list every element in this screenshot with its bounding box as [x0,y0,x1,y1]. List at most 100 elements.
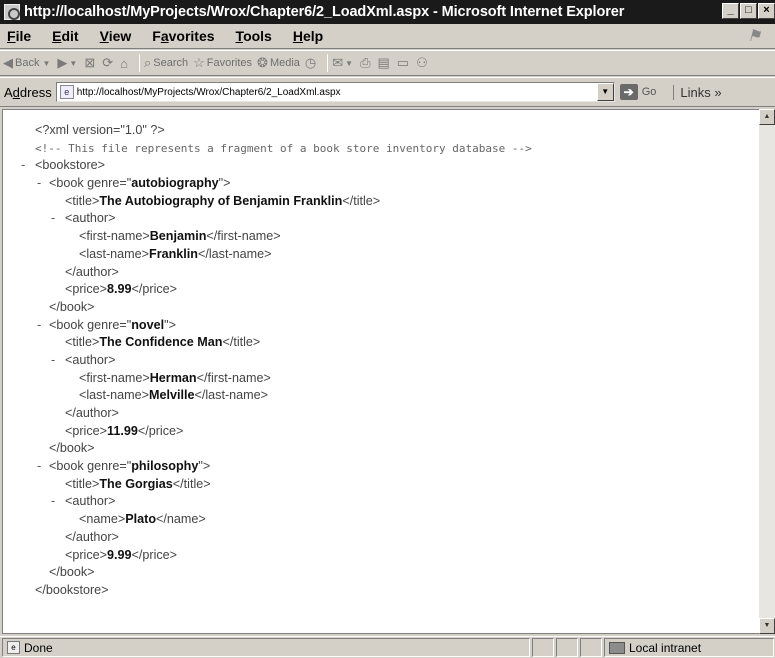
links-button[interactable]: Links » [673,84,722,100]
mail-button[interactable]: ✉ ▼ [332,55,355,71]
book-title-value: The Autobiography of Benjamin Franklin [99,193,343,208]
book-genre: autobiography [131,176,219,191]
media-button[interactable]: ❂ Media [257,55,300,71]
collapse-toggle[interactable]: - [37,317,41,335]
book-open: - <book genre="philosophy"> [3,458,758,476]
menu-favorites-pre: F [152,28,161,44]
chevron-right-icon: » [714,84,722,100]
author-field: <name>Plato</name> [79,512,206,527]
back-arrow-icon: ◀ [3,55,13,70]
close-button[interactable]: × [758,3,775,19]
address-label-pre: A [4,84,13,100]
security-zone: Local intranet [604,638,774,657]
minimize-button[interactable]: _ [722,3,739,19]
window-title: http://localhost/MyProjects/Wrox/Chapter… [24,4,625,20]
ie-page-icon [4,4,20,20]
author-close: </author> [65,529,119,544]
vertical-scrollbar[interactable]: ▲ ▼ [759,109,775,634]
menu-view[interactable]: View [97,28,135,44]
collapse-toggle[interactable]: - [51,352,55,370]
address-input[interactable]: e http://localhost/MyProjects/Wrox/Chapt… [55,82,615,102]
scroll-up-icon[interactable]: ▲ [759,109,775,125]
book-title: <title>The Autobiography of Benjamin Fra… [65,193,381,208]
address-dropdown-icon[interactable]: ▼ [596,83,614,101]
author-open: - <author> [3,210,758,228]
bookstore-close: </bookstore> [35,582,109,597]
back-button[interactable]: ◀ Back ▼ [3,55,52,71]
favorites-button[interactable]: ☆ Favorites [193,55,252,71]
xml-declaration: <?xml version="1.0" ?> [35,123,165,137]
author-field: <last-name>Franklin</last-name> [79,246,272,261]
menu-favorites[interactable]: Favorites [149,28,217,44]
star-icon: ☆ [193,55,205,70]
toolbar-separator [138,54,140,72]
status-cell [556,638,578,657]
book-title: <title>The Confidence Man</title> [65,335,261,350]
menu-help[interactable]: Help [290,28,326,44]
go-button[interactable]: ➔ Go [619,84,656,100]
menu-favorites-mnemonic: a [160,28,169,44]
standard-toolbar: ◀ Back ▼ ▶ ▼ ⊠ ⟳ ⌂ ⌕ Search ☆ Favorites ❂ Medi… [0,50,775,76]
discuss-icon: ▭ [396,55,410,70]
status-text: Done [24,640,53,655]
discuss-button[interactable]: ▭ [397,55,411,71]
collapse-toggle[interactable]: - [37,458,41,476]
menu-tools[interactable]: Tools [233,28,275,44]
zone-text: Local intranet [629,640,702,655]
messenger-button[interactable]: ⚇ [416,55,430,71]
toolbar-separator [327,54,329,72]
address-bar: Address e http://localhost/MyProjects/Wr… [0,77,775,107]
search-button[interactable]: ⌕ Search [144,55,188,71]
messenger-icon: ⚇ [416,55,428,70]
book-open: - <book genre="autobiography"> [3,175,758,193]
menu-edit[interactable]: Edit [49,28,81,44]
book-close: </book> [49,299,95,314]
edit-button[interactable]: ▤ [377,55,391,71]
menu-view-mnemonic: V [99,28,109,44]
book-title-value: The Gorgias [99,476,173,491]
collapse-toggle[interactable]: - [51,210,55,228]
book-open: - <book genre="novel"> [3,317,758,335]
address-label: Address [4,85,52,100]
status-cell [580,638,602,657]
menu-file-label: ile [15,28,32,44]
book-price: <price>9.99</price> [65,547,178,562]
maximize-button[interactable]: □ [740,3,757,19]
author-last-name: Melville [149,388,195,403]
menu-tools-label: ools [243,28,272,44]
author-close: </author> [65,406,119,420]
author-open: - <author> [3,493,758,511]
scroll-down-icon[interactable]: ▼ [759,618,775,634]
book-genre: philosophy [131,459,199,474]
favorites-label: Favorites [206,57,253,69]
status-cell [532,638,554,657]
collapse-toggle[interactable]: - [37,175,41,193]
history-button[interactable]: ◷ [305,55,318,71]
stop-icon: ⊠ [84,55,96,70]
status-main: e Done [2,638,530,657]
mail-dropdown-icon: ▼ [345,58,354,68]
collapse-toggle[interactable]: - [21,157,25,175]
collapse-toggle[interactable]: - [51,493,55,511]
title-bar: http://localhost/MyProjects/Wrox/Chapter… [0,0,775,24]
book-price-value: 8.99 [107,282,132,297]
search-label: Search [153,57,189,69]
media-icon: ❂ [257,55,268,70]
menu-file[interactable]: File [4,28,34,44]
forward-dropdown-icon: ▼ [69,58,78,68]
menu-tools-mnemonic: T [235,28,244,44]
home-button[interactable]: ⌂ [120,56,130,71]
menu-edit-label: dit [61,28,79,44]
refresh-button[interactable]: ⟳ [102,55,115,71]
stop-button[interactable]: ⊠ [84,55,97,71]
back-label: Back [15,57,40,69]
forward-arrow-icon: ▶ [57,55,68,70]
print-button[interactable]: ⎙ [360,55,372,71]
print-icon: ⎙ [360,55,371,70]
author-first-name: Benjamin [149,229,207,244]
forward-button[interactable]: ▶ ▼ [57,55,79,71]
windows-logo-icon: ⚑ [747,28,762,45]
address-label-rest: dress [19,84,52,100]
book-genre: novel [131,317,165,332]
author-first-name: Herman [149,370,197,385]
